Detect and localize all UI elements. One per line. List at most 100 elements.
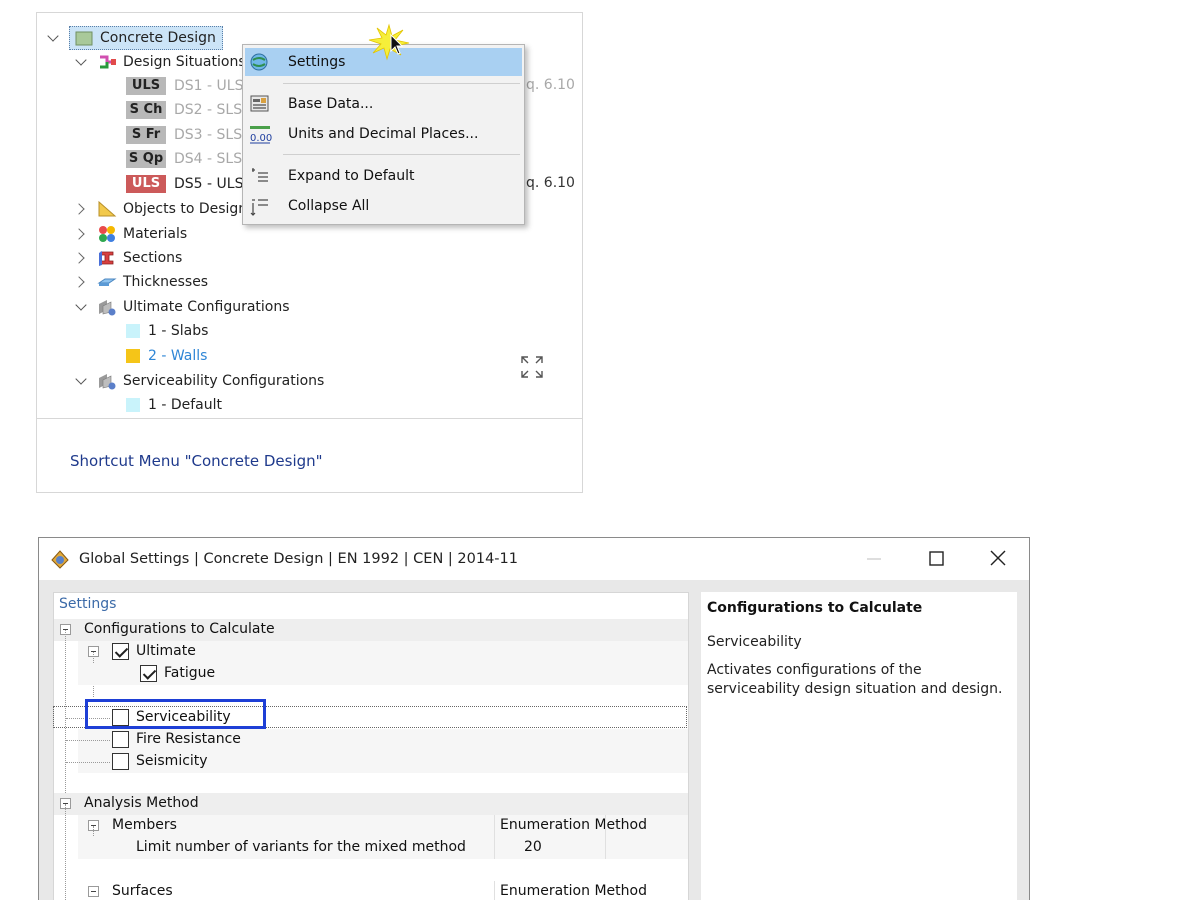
row-seismicity[interactable]: Seismicity xyxy=(78,751,688,773)
tree-row-uc-2[interactable]: 2 - Walls xyxy=(126,345,207,367)
mouse-cursor-icon xyxy=(365,21,413,63)
menu-label: Units and Decimal Places... xyxy=(288,126,479,142)
seismicity-checkbox[interactable] xyxy=(112,753,129,770)
svg-text:0.00: 0.00 xyxy=(250,133,272,144)
menu-label: Collapse All xyxy=(288,198,370,214)
tree-row-root[interactable]: Concrete Design xyxy=(47,26,223,50)
tree-root-selected[interactable]: Concrete Design xyxy=(69,26,223,50)
navigator-tree-panel: Concrete Design Design Situations ULS DS… xyxy=(36,12,583,493)
tree-footer: Shortcut Menu "Concrete Design" xyxy=(37,418,582,492)
row-configurations-to-calculate[interactable]: Configurations to Calculate xyxy=(54,619,688,641)
ds1-equation: q. 6.10 xyxy=(526,77,575,93)
column-separator xyxy=(494,881,495,900)
config-color-swatch xyxy=(126,324,140,338)
row-analysis-method[interactable]: Analysis Method xyxy=(54,793,688,815)
menu-item-units[interactable]: 0.00 Units and Decimal Places... xyxy=(245,120,522,148)
dialog-client-area: Settings Configurations to Calculate Ult… xyxy=(39,580,1029,900)
tree-label-objects: Objects to Design xyxy=(123,201,248,217)
base-data-icon xyxy=(248,93,272,115)
design-situations-icon xyxy=(97,53,117,71)
materials-icon xyxy=(97,225,117,243)
collapse-list-icon xyxy=(248,195,272,217)
dialog-titlebar[interactable]: Global Settings | Concrete Design | EN 1… xyxy=(39,538,1029,580)
global-settings-dialog: Global Settings | Concrete Design | EN 1… xyxy=(38,537,1030,900)
serviceability-configurations-icon xyxy=(97,372,117,390)
close-button[interactable] xyxy=(983,546,1013,572)
limit-variants-value[interactable]: 20 xyxy=(524,839,542,855)
surfaces-method-value[interactable]: Enumeration Method xyxy=(500,883,647,899)
objects-to-design-icon xyxy=(97,200,117,218)
tree-root-label: Concrete Design xyxy=(100,30,216,46)
row-label: Configurations to Calculate xyxy=(84,621,275,637)
fire-resistance-checkbox[interactable] xyxy=(112,731,129,748)
menu-label: Settings xyxy=(288,54,346,70)
tree-row-ds1[interactable]: ULS DS1 - ULS xyxy=(126,75,243,97)
ds-name: DS3 - SLS xyxy=(174,127,243,143)
tree-row-sc-1[interactable]: 1 - Default xyxy=(126,394,222,416)
menu-label: Base Data... xyxy=(288,96,374,112)
tree-row-thicknesses[interactable]: Thicknesses xyxy=(75,271,208,293)
tree-row-uc-1[interactable]: 1 - Slabs xyxy=(126,320,208,342)
row-label: Analysis Method xyxy=(84,795,199,811)
row-surfaces[interactable]: Surfaces Enumeration Method xyxy=(78,881,688,900)
fatigue-checkbox[interactable] xyxy=(140,665,157,682)
info-pane: Configurations to Calculate Serviceabili… xyxy=(701,592,1017,900)
rfem-app-icon xyxy=(49,548,71,570)
tree-row-ds5[interactable]: ULS DS5 - ULS xyxy=(126,173,243,195)
tree-row-objects-to-design[interactable]: Objects to Design xyxy=(75,198,247,220)
tree-row-ds2[interactable]: S Ch DS2 - SLS xyxy=(126,99,242,121)
ds-name: DS4 - SLS xyxy=(174,151,243,167)
tree-label-design-situations: Design Situations xyxy=(123,54,246,70)
ds-badge: S Qp xyxy=(126,150,166,168)
chevron-down-icon[interactable] xyxy=(47,31,61,45)
tree-row-sections[interactable]: Sections xyxy=(75,247,182,269)
chevron-down-icon[interactable] xyxy=(75,55,89,69)
row-fire-resistance[interactable]: Fire Resistance xyxy=(78,729,688,751)
ultimate-checkbox[interactable] xyxy=(112,643,129,660)
chevron-right-icon[interactable] xyxy=(75,275,89,289)
collapse-minus-icon[interactable] xyxy=(88,886,99,897)
menu-item-collapse-all[interactable]: Collapse All xyxy=(245,192,522,220)
row-label: Members xyxy=(112,817,177,833)
chevron-right-icon[interactable] xyxy=(75,202,89,216)
chevron-right-icon[interactable] xyxy=(75,227,89,241)
row-ultimate[interactable]: Ultimate xyxy=(78,641,688,663)
row-members[interactable]: Members Enumeration Method xyxy=(78,815,688,837)
tree-label-serviceability-configurations: Serviceability Configurations xyxy=(123,373,325,389)
tree-row-design-situations[interactable]: Design Situations xyxy=(75,51,246,73)
minimize-button[interactable] xyxy=(859,546,889,572)
sc-item-label: 1 - Default xyxy=(148,397,223,413)
settings-globe-icon xyxy=(248,51,272,73)
maximize-button[interactable] xyxy=(921,546,951,572)
tree-row-serviceability-configurations[interactable]: Serviceability Configurations xyxy=(75,370,324,392)
ds-name: DS5 - ULS xyxy=(174,176,244,192)
info-description: Activates configurations of the servicea… xyxy=(707,662,1003,697)
tree-guide-line xyxy=(65,804,66,900)
ds-badge: S Ch xyxy=(126,101,166,119)
row-limit-variants[interactable]: Limit number of variants for the mixed m… xyxy=(78,837,688,859)
menu-item-expand-to-default[interactable]: Expand to Default xyxy=(245,162,522,190)
thicknesses-icon xyxy=(97,273,117,291)
menu-item-base-data[interactable]: Base Data... xyxy=(245,90,522,118)
shortcut-menu-caption: Shortcut Menu "Concrete Design" xyxy=(70,452,323,470)
info-title: Configurations to Calculate xyxy=(707,600,923,616)
tree-row-ultimate-configurations[interactable]: Ultimate Configurations xyxy=(75,296,290,318)
tree-label-ultimate-configurations: Ultimate Configurations xyxy=(123,299,290,315)
tree-row-materials[interactable]: Materials xyxy=(75,223,187,245)
chevron-right-icon[interactable] xyxy=(75,251,89,265)
members-method-value[interactable]: Enumeration Method xyxy=(500,817,647,833)
column-separator xyxy=(494,815,495,859)
row-fatigue[interactable]: Fatigue xyxy=(78,663,688,685)
serviceability-highlight-box xyxy=(85,699,266,729)
chevron-down-icon[interactable] xyxy=(75,300,89,314)
tree-row-ds3[interactable]: S Fr DS3 - SLS xyxy=(126,124,242,146)
chevron-down-icon[interactable] xyxy=(75,374,89,388)
fullscreen-expand-icon[interactable] xyxy=(520,355,544,379)
row-label: Surfaces xyxy=(112,883,173,899)
ultimate-configurations-icon xyxy=(97,298,117,316)
sections-icon xyxy=(97,249,117,267)
menu-separator xyxy=(283,154,520,155)
tree-row-ds4[interactable]: S Qp DS4 - SLS xyxy=(126,148,242,170)
ds-badge: ULS xyxy=(126,77,166,95)
settings-pane-header: Settings xyxy=(59,596,117,612)
